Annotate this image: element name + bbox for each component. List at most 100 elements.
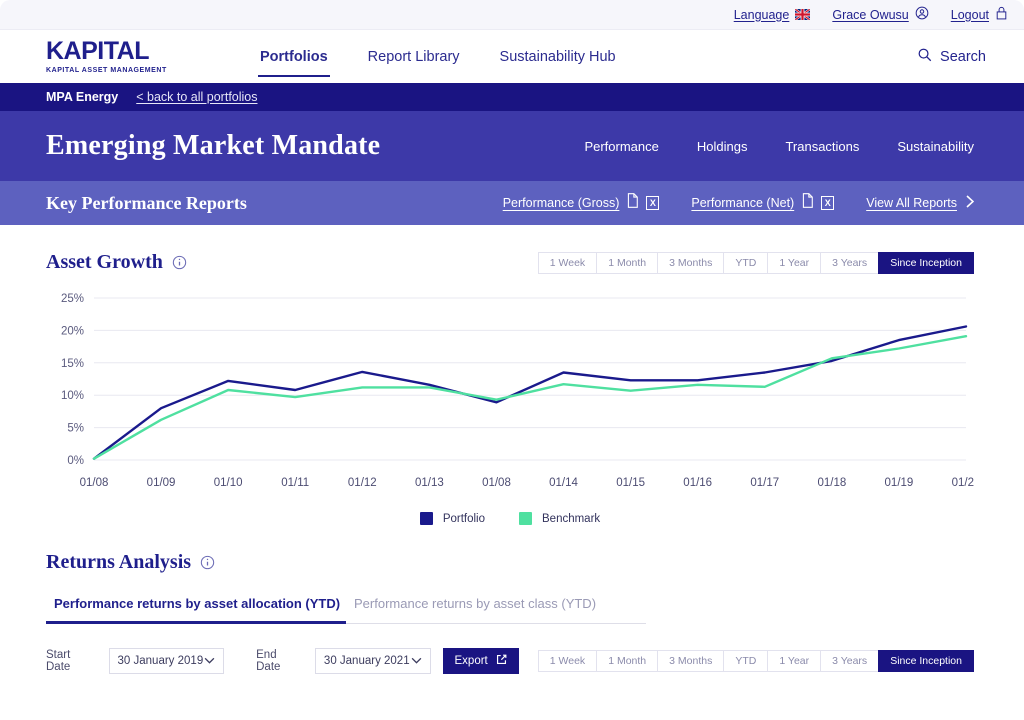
excel-file-icon[interactable]: X [646, 196, 660, 210]
svg-text:5%: 5% [67, 423, 84, 435]
returns-range-button-1-month[interactable]: 1 Month [596, 650, 659, 672]
language-label: Language [733, 7, 790, 22]
start-date-value: 30 January 2019 [117, 655, 204, 667]
returns-range-button-ytd[interactable]: YTD [723, 650, 769, 672]
language-selector[interactable]: Language [734, 8, 811, 22]
key-performance-reports-bar: Key Performance Reports Performance (Gro… [0, 181, 1024, 225]
portfolio-hero: Emerging Market Mandate Performance Hold… [0, 111, 1024, 181]
external-link-icon [496, 654, 507, 668]
chart-legend: Portfolio Benchmark [46, 512, 974, 525]
returns-range-button-3-months[interactable]: 3 Months [657, 650, 725, 672]
view-all-label: View All Reports [866, 196, 957, 210]
end-date-label: End Date [256, 649, 281, 673]
user-name-label: Grace Owusu [832, 7, 909, 22]
report-label[interactable]: Performance (Gross) [503, 196, 620, 210]
asset-growth-chart-svg: 0% 5% 10% 15% 20% 25% 01/08 01/09 01/10 01/11 01/1… [61, 293, 974, 489]
logout-button[interactable]: Logout [951, 6, 1008, 23]
search-label: Search [940, 48, 986, 65]
range-button-1-month[interactable]: 1 Month [596, 251, 659, 274]
search-button[interactable]: Search [917, 47, 1008, 66]
chevron-down-icon [411, 655, 422, 667]
range-button-1-week[interactable]: 1 Week [537, 251, 598, 274]
breadcrumb-back-link[interactable]: < back to all portfolios [136, 90, 257, 104]
export-button[interactable]: Export [442, 648, 519, 674]
svg-text:15%: 15% [61, 358, 84, 370]
legend-label: Portfolio [442, 512, 485, 525]
range-button-ytd[interactable]: YTD [723, 251, 769, 274]
export-label: Export [454, 655, 488, 667]
report-performance-net: Performance (Net) X [691, 193, 835, 213]
svg-text:10%: 10% [61, 390, 84, 402]
range-button-since-inception[interactable]: Since Inception [878, 251, 974, 274]
range-button-1-year[interactable]: 1 Year [767, 251, 822, 274]
svg-text:01/10: 01/10 [214, 477, 243, 489]
view-all-reports-link[interactable]: View All Reports [866, 195, 975, 211]
report-performance-gross: Performance (Gross) X [503, 193, 660, 213]
returns-analysis-header: Returns Analysis [46, 551, 974, 574]
tab-returns-by-asset-allocation[interactable]: Performance returns by asset allocation … [46, 596, 346, 624]
nav-item-sustainability-hub[interactable]: Sustainability Hub [500, 30, 616, 83]
svg-text:01/13: 01/13 [415, 477, 444, 489]
svg-text:01/11: 01/11 [281, 477, 309, 489]
utility-bar: Language Grace Owusu Logout [0, 0, 1024, 30]
breadcrumb: MPA Energy < back to all portfolios [0, 83, 1024, 111]
search-icon [917, 47, 932, 66]
page-title: Emerging Market Mandate [46, 130, 381, 161]
tab-returns-by-asset-class[interactable]: Performance returns by asset class (YTD) [346, 596, 646, 624]
returns-range-button-1-week[interactable]: 1 Week [537, 650, 598, 672]
nav-item-portfolios[interactable]: Portfolios [258, 30, 330, 83]
svg-text:01/09: 01/09 [147, 477, 176, 489]
legend-label: Benchmark [542, 512, 601, 525]
legend-item-benchmark: Benchmark [519, 512, 600, 525]
svg-text:01/17: 01/17 [750, 477, 779, 489]
svg-text:0%: 0% [67, 455, 84, 467]
nav-links: Portfolios Report Library Sustainability… [258, 30, 616, 83]
returns-range-button-1-year[interactable]: 1 Year [767, 650, 822, 672]
svg-text:01/20: 01/20 [952, 477, 974, 489]
returns-analysis-controls: Start Date 30 January 2019 End Date 30 J… [46, 648, 974, 674]
info-icon[interactable] [172, 255, 187, 270]
end-date-select[interactable]: 30 January 2021 [314, 648, 431, 674]
reports-links: Performance (Gross) X Performance (Net) [503, 193, 975, 213]
legend-item-portfolio: Portfolio [419, 512, 485, 525]
asset-growth-title: Asset Growth [46, 251, 163, 273]
app-root: Language Grace Owusu Logout KAPITAL KAPI… [0, 0, 1024, 720]
svg-text:01/08: 01/08 [482, 477, 511, 489]
start-date-label: Start Date [46, 649, 71, 673]
tab-label: Performance returns by asset class (YTD) [354, 596, 597, 611]
svg-text:20%: 20% [61, 325, 84, 337]
returns-range-buttons: 1 Week 1 Month 3 Months YTD 1 Year 3 Yea… [537, 650, 974, 672]
main-navigation: KAPITAL KAPITAL ASSET MANAGEMENT Portfol… [0, 30, 1024, 83]
pdf-file-icon[interactable] [626, 193, 639, 213]
asset-growth-range-buttons: 1 Week 1 Month 3 Months YTD 1 Year 3 Yea… [537, 251, 974, 274]
svg-text:01/19: 01/19 [885, 477, 914, 489]
brand-logo[interactable]: KAPITAL KAPITAL ASSET MANAGEMENT [46, 39, 206, 75]
range-button-3-months[interactable]: 3 Months [657, 251, 725, 274]
report-label[interactable]: Performance (Net) [691, 196, 794, 210]
excel-file-icon[interactable]: X [821, 196, 835, 210]
info-icon[interactable] [200, 555, 215, 570]
tab-sustainability[interactable]: Sustainability [897, 139, 974, 154]
returns-range-button-3-years[interactable]: 3 Years [820, 650, 880, 672]
tab-label: Performance returns by asset allocation … [54, 596, 341, 611]
start-date-select[interactable]: 30 January 2019 [108, 648, 225, 674]
user-account[interactable]: Grace Owusu [832, 6, 929, 23]
svg-text:01/12: 01/12 [348, 477, 377, 489]
chevron-right-icon [966, 195, 975, 211]
returns-analysis-title: Returns Analysis [46, 551, 192, 573]
end-date-value: 30 January 2021 [323, 655, 410, 667]
asset-growth-chart: 0% 5% 10% 15% 20% 25% 01/08 01/09 01/10 01/11 01/1… [46, 290, 974, 502]
tab-holdings[interactable]: Holdings [697, 139, 748, 154]
range-button-3-years[interactable]: 3 Years [820, 251, 880, 274]
nav-item-report-library[interactable]: Report Library [368, 30, 460, 83]
user-circle-icon [915, 6, 929, 23]
svg-text:25%: 25% [61, 293, 84, 305]
uk-flag-icon [795, 9, 811, 20]
returns-range-button-since-inception[interactable]: Since Inception [878, 650, 974, 672]
tab-transactions[interactable]: Transactions [785, 139, 859, 154]
legend-swatch [519, 512, 532, 525]
svg-text:01/16: 01/16 [683, 477, 712, 489]
tab-performance[interactable]: Performance [584, 139, 658, 154]
nav-label: Report Library [367, 48, 460, 65]
pdf-file-icon[interactable] [801, 193, 814, 213]
